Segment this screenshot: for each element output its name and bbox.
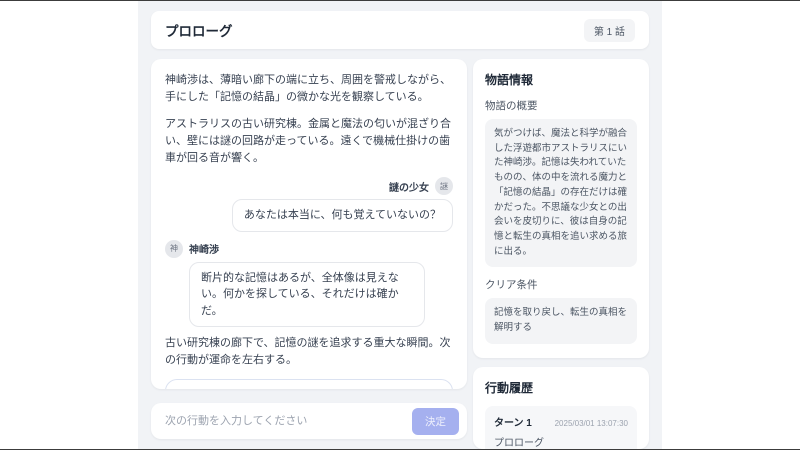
- story-paragraph: 古い研究棟の廊下で、記憶の謎を追求する重大な瞬間。次の行動が運命を左右する。: [165, 337, 451, 367]
- episode-badge: 第 1 話: [583, 18, 635, 42]
- story-summary: 気がつけば、魔法と科学が融合した浮遊都市アストラリスにいた神崎渉。記憶は失われて…: [485, 119, 637, 268]
- history-entry-header: ターン 1 2025/03/01 13:07:30: [494, 414, 628, 429]
- dialogue-header: 謎の少女 謎: [165, 177, 453, 196]
- story-paragraph: 神崎渉は、薄暗い廊下の端に立ち、周囲を警戒しながら、手にした「記憶の結晶」の微か…: [165, 74, 451, 104]
- dialogue-mystery-girl: 謎の少女 謎 あなたは本当に、何も覚えていないの？: [165, 177, 453, 232]
- summary-label: 物語の概要: [485, 100, 538, 112]
- story-info-title: 物語情報: [485, 73, 534, 87]
- speaker-name: 神崎渉: [189, 245, 219, 257]
- page-title: プロローグ: [165, 24, 233, 39]
- clear-condition: 記憶を取り戻し、転生の真相を解明する: [485, 298, 637, 344]
- main-column: 神崎渉は、薄暗い廊下の端に立ち、周囲を警戒しながら、手にした「記憶の結晶」の微か…: [151, 59, 467, 439]
- story-panel: 神崎渉は、薄暗い廊下の端に立ち、周囲を警戒しながら、手にした「記憶の結晶」の微か…: [151, 59, 467, 389]
- story-info-panel: 物語情報 物語の概要 気がつけば、魔法と科学が融合した浮遊都市アストラリスにいた…: [473, 59, 649, 358]
- turn-label: ターン 1: [494, 417, 532, 429]
- header-bar: プロローグ 第 1 話: [151, 11, 649, 49]
- clear-condition-label: クリア条件: [485, 279, 538, 292]
- action-history-title: 行動履歴: [485, 380, 534, 395]
- submit-button[interactable]: 決定: [412, 407, 459, 435]
- speaker-name: 謎の少女: [389, 182, 429, 194]
- dialogue-bubble: あなたは本当に、何も覚えていないの？: [231, 199, 453, 232]
- screen: プロローグ 第 1 話 神崎渉は、薄暗い廊下の端に立ち、周囲を警戒しながら、手に…: [0, 0, 800, 450]
- dialogue-bubble: 断片的な記憶はあるが、全体像は見えない。何かを探している、それだけは確かだ。: [189, 261, 426, 328]
- app-container: プロローグ 第 1 話 神崎渉は、薄暗い廊下の端に立ち、周囲を警戒しながら、手に…: [138, 1, 662, 449]
- dialogue-protagonist: 神 神崎渉 断片的な記憶はあるが、全体像は見えない。何かを探している、それだけは…: [165, 239, 453, 328]
- story-paragraph: アストラリスの古い研究棟。金属と魔法の匂いが混ざり合い、壁には謎の回路が走ってい…: [165, 118, 451, 165]
- action-input[interactable]: [165, 415, 404, 427]
- action-input-bar: 決定: [151, 403, 467, 439]
- action-options-box: 次の行動案 (自由入力も可) 1 結晶を慎重に調べる 2 少女に直接尋問する 3…: [165, 379, 453, 389]
- timestamp: 2025/03/01 13:07:30: [554, 418, 628, 428]
- history-entry: ターン 1 2025/03/01 13:07:30 プロローグ: [485, 405, 637, 449]
- sidebar: 物語情報 物語の概要 気がつけば、魔法と科学が融合した浮遊都市アストラリスにいた…: [473, 59, 649, 449]
- speaker-avatar: 神: [165, 239, 183, 258]
- speaker-avatar: 謎: [435, 177, 453, 196]
- content-columns: 神崎渉は、薄暗い廊下の端に立ち、周囲を警戒しながら、手にした「記憶の結晶」の微か…: [151, 59, 649, 449]
- history-entry-label: プロローグ: [494, 437, 544, 449]
- dialogue-header: 神 神崎渉: [165, 239, 453, 258]
- action-history-panel: 行動履歴 ターン 1 2025/03/01 13:07:30 プロローグ: [473, 366, 649, 449]
